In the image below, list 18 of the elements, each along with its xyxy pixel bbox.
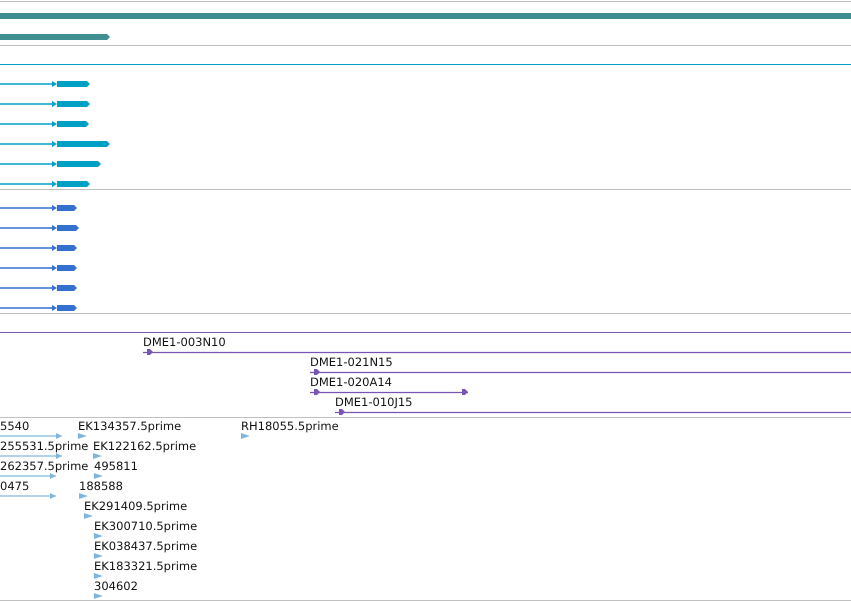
read-label: EK134357.5prime: [78, 419, 182, 433]
read-label: EK183321.5prime: [94, 559, 198, 573]
clone-label: DME1-003N10: [143, 335, 226, 349]
clone-label: DME1-010J15: [335, 395, 412, 409]
read-label: 0475: [0, 479, 30, 493]
read-label: 188588: [79, 479, 123, 493]
read-label: 262357.5prime: [0, 459, 88, 473]
read-label: 495811: [94, 459, 138, 473]
clone-label: DME1-020A14: [310, 375, 392, 389]
clone-label: DME1-021N15: [310, 355, 393, 369]
read-label: EK038437.5prime: [94, 539, 198, 553]
read-label: RH18055.5prime: [241, 419, 339, 433]
read-label: EK122162.5prime: [93, 439, 196, 453]
read-label: 5540: [0, 419, 30, 433]
read-label: 255531.5prime: [0, 439, 88, 453]
read-label: 304602: [94, 579, 138, 593]
read-label: EK300710.5prime: [94, 519, 198, 533]
read-label: EK291409.5prime: [84, 499, 188, 513]
